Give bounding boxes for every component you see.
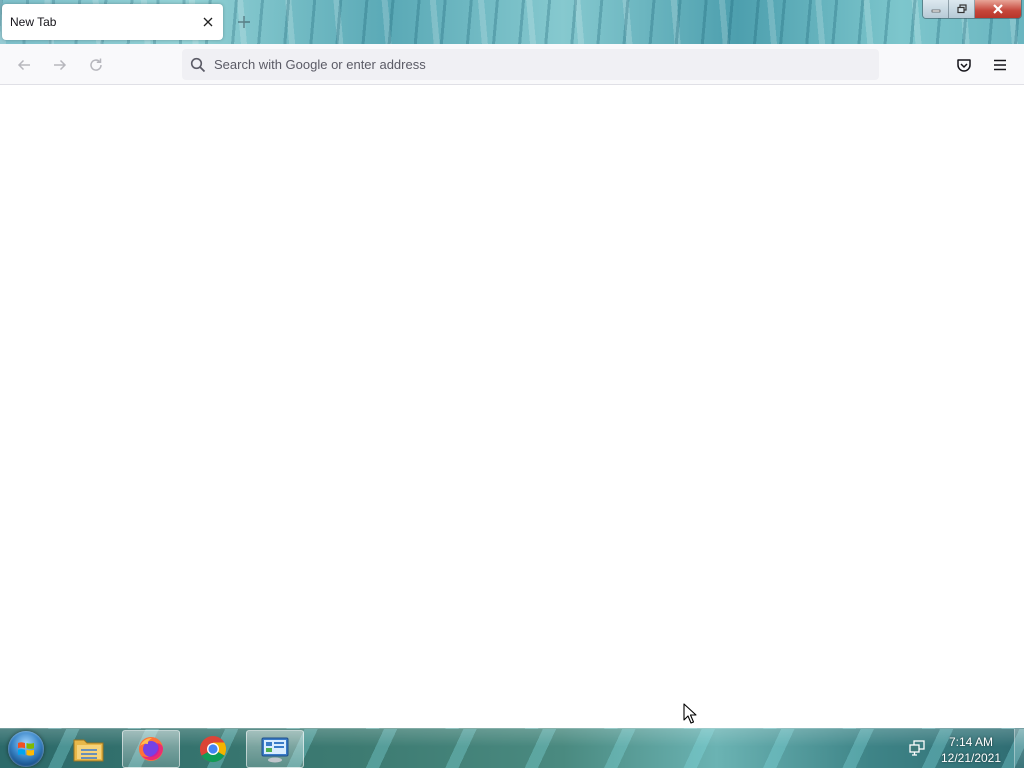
folder-icon bbox=[73, 739, 104, 762]
restore-button[interactable] bbox=[949, 0, 975, 18]
forward-button[interactable] bbox=[49, 54, 71, 76]
clock-time: 7:14 AM bbox=[948, 735, 994, 749]
taskbar-control-panel[interactable] bbox=[246, 730, 304, 768]
window-caption-buttons bbox=[922, 0, 1022, 19]
control-panel-icon bbox=[261, 737, 289, 763]
show-desktop-button[interactable] bbox=[1014, 729, 1024, 768]
system-tray: 7:14 AM 12/21/2021 bbox=[904, 729, 1024, 768]
minimize-icon bbox=[931, 9, 940, 13]
reload-button[interactable] bbox=[85, 54, 107, 76]
windows-taskbar: 7:14 AM 12/21/2021 bbox=[0, 728, 1024, 768]
tab-close-icon[interactable] bbox=[199, 13, 217, 31]
navigation-toolbar bbox=[0, 44, 1024, 85]
back-button[interactable] bbox=[13, 54, 35, 76]
taskbar-file-explorer[interactable] bbox=[60, 730, 118, 768]
windows-start-icon bbox=[8, 731, 44, 767]
network-icon[interactable] bbox=[908, 739, 926, 757]
taskbar-chrome[interactable] bbox=[184, 730, 242, 768]
taskbar-clock[interactable]: 7:14 AM 12/21/2021 bbox=[926, 734, 1016, 766]
url-bar[interactable] bbox=[182, 49, 879, 80]
minimize-button[interactable] bbox=[923, 0, 949, 18]
pocket-button[interactable] bbox=[953, 54, 975, 76]
forward-arrow-icon bbox=[54, 59, 67, 71]
taskbar-firefox[interactable] bbox=[122, 730, 180, 768]
close-icon bbox=[993, 4, 1003, 14]
start-button[interactable] bbox=[4, 730, 48, 768]
hamburger-menu-icon bbox=[994, 59, 1006, 71]
new-tab-plus-icon[interactable] bbox=[234, 12, 254, 32]
url-input[interactable] bbox=[214, 49, 864, 80]
clock-date: 12/21/2021 bbox=[940, 751, 1002, 765]
close-window-button[interactable] bbox=[975, 0, 1021, 18]
app-menu-button[interactable] bbox=[989, 54, 1011, 76]
firefox-icon bbox=[139, 737, 163, 761]
pocket-icon bbox=[957, 59, 971, 72]
tab-title: New Tab bbox=[10, 15, 57, 29]
search-icon bbox=[190, 57, 206, 73]
mouse-cursor-icon bbox=[683, 703, 697, 724]
page-content-area[interactable] bbox=[0, 85, 1024, 728]
chrome-icon bbox=[199, 736, 227, 763]
reload-icon bbox=[90, 58, 102, 71]
title-bar: New Tab bbox=[0, 0, 1024, 44]
back-arrow-icon bbox=[17, 59, 30, 71]
restore-icon bbox=[956, 4, 967, 14]
tab-new-tab[interactable]: New Tab bbox=[2, 4, 223, 40]
